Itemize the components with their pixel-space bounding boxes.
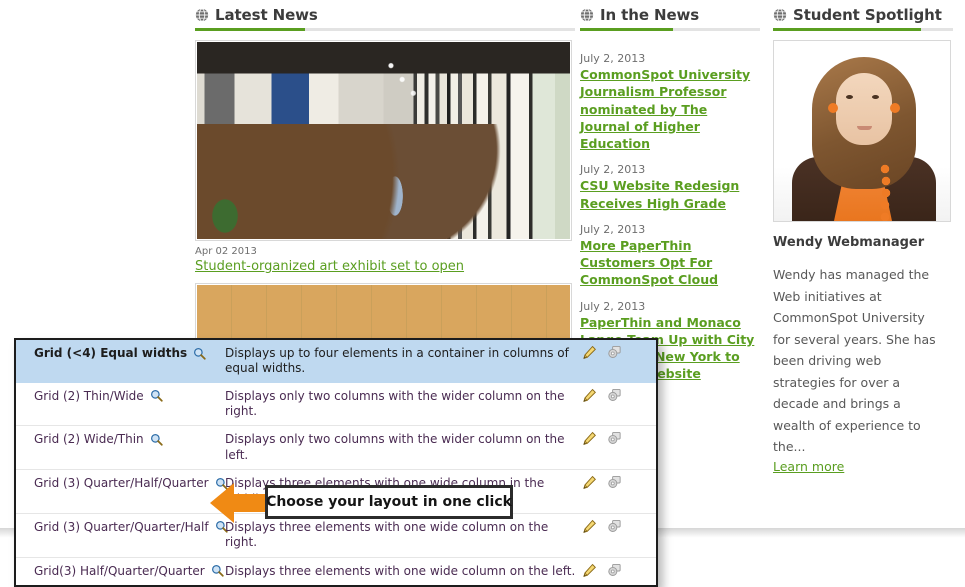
magnifier-icon[interactable] (150, 389, 163, 402)
callout-tooltip: Choose your layout in one click (265, 485, 513, 519)
featured-date: Apr 02 2013 (195, 246, 257, 257)
layout-option-actions (582, 426, 656, 451)
news-date: July 2, 2013 (580, 299, 646, 313)
layout-option-description: Displays only two columns with the wider… (225, 388, 565, 419)
copy-icon[interactable] (607, 345, 622, 360)
portrait-mouth (857, 126, 872, 130)
portrait-face (836, 73, 892, 145)
page-root: Latest News Apr 02 2013 Student-organize… (0, 0, 965, 587)
layout-chooser-panel[interactable]: Grid (<4) Equal widths Displays up to fo… (14, 338, 658, 587)
student-spotlight-header: Student Spotlight (773, 0, 953, 28)
column-student-spotlight: Student Spotlight Wendy Webmanager Wendy… (773, 0, 953, 474)
student-spotlight-rule (773, 28, 953, 31)
layout-option-description: Displays only two columns with the wider… (225, 432, 565, 462)
column-latest-news: Latest News Apr 02 2013 Student-organize… (195, 0, 575, 355)
layout-option-description: Displays three elements with one wide co… (225, 563, 576, 578)
in-the-news-header: In the News (580, 0, 760, 28)
portrait-necklace (878, 163, 892, 221)
latest-news-rule (195, 28, 575, 31)
pencil-icon[interactable] (582, 519, 597, 534)
in-the-news-title: In the News (600, 6, 700, 24)
layout-option-actions (582, 558, 656, 583)
copy-icon[interactable] (607, 388, 622, 403)
layout-option-actions (582, 514, 656, 539)
layout-option-row[interactable]: Grid (<4) Equal widths Displays up to fo… (16, 340, 656, 383)
globe-icon (195, 8, 209, 22)
latest-news-featured-image[interactable] (195, 40, 572, 241)
copy-icon[interactable] (607, 431, 622, 446)
layout-option-name-cell[interactable]: Grid (3) Quarter/Half/Quarter (16, 470, 228, 496)
layout-option-label: Grid (2) Wide/Thin (34, 432, 144, 447)
copy-icon[interactable] (607, 563, 622, 578)
layout-option-actions (582, 340, 656, 365)
in-the-news-rule (580, 28, 760, 31)
layout-option-row[interactable]: Grid (3) Quarter/Quarter/Half Displays t… (16, 514, 656, 558)
layout-option-name-cell[interactable]: Grid (2) Thin/Wide (16, 383, 221, 409)
featured-headline-link[interactable]: Student-organized art exhibit set to ope… (195, 259, 464, 274)
news-list-item: July 2, 2013 CommonSpot University Journ… (580, 52, 760, 152)
portrait-eye-right (872, 95, 879, 99)
portrait-earring-left (828, 103, 838, 113)
layout-option-row[interactable]: Grid (2) Thin/Wide Displays only two col… (16, 383, 656, 427)
layout-option-name-cell[interactable]: Grid (3) Quarter/Quarter/Half (16, 514, 228, 540)
copy-icon[interactable] (607, 519, 622, 534)
magnifier-icon[interactable] (193, 347, 206, 360)
pencil-icon[interactable] (582, 431, 597, 446)
news-date: July 2, 2013 (580, 163, 646, 177)
pencil-icon[interactable] (582, 563, 597, 578)
news-date: July 2, 2013 (580, 52, 646, 65)
layout-option-label: Grid (3) Quarter/Quarter/Half (34, 519, 209, 534)
pencil-icon[interactable] (582, 475, 597, 490)
news-list-item: July 2, 2013 More PaperThin Customers Op… (580, 223, 760, 289)
layout-option-label: Grid (3) Quarter/Half/Quarter (34, 476, 209, 491)
news-date: July 2, 2013 (580, 222, 646, 236)
news-headline-link[interactable]: CSU Website Redesign Receives High Grade (580, 178, 739, 210)
student-name: Wendy Webmanager (773, 235, 925, 250)
pencil-icon[interactable] (582, 345, 597, 360)
layout-option-label: Grid (<4) Equal widths (34, 346, 188, 360)
callout-text: Choose your layout in one click (266, 494, 512, 510)
copy-icon[interactable] (607, 475, 622, 490)
magnifier-icon[interactable] (150, 433, 163, 446)
portrait-eye-left (846, 95, 853, 99)
latest-news-title: Latest News (215, 6, 318, 24)
layout-option-name-cell[interactable]: Grid (<4) Equal widths (16, 340, 221, 366)
student-bio: Wendy has managed the Web initiatives at… (773, 267, 936, 454)
layout-option-label: Grid(3) Half/Quarter/Quarter (34, 563, 205, 578)
left-arrow-icon (210, 483, 270, 523)
column-in-the-news: In the News July 2, 2013 CommonSpot Univ… (580, 0, 760, 394)
news-headline-link[interactable]: More PaperThin Customers Opt For CommonS… (580, 238, 718, 288)
learn-more-link[interactable]: Learn more (773, 459, 844, 474)
layout-option-label: Grid (2) Thin/Wide (34, 388, 144, 403)
globe-icon (773, 8, 787, 22)
layout-option-row[interactable]: Grid (2) Wide/Thin Displays only two col… (16, 426, 656, 471)
portrait-earring-right (890, 103, 900, 113)
layout-option-actions (582, 383, 656, 408)
news-headline-link[interactable]: CommonSpot University Journalism Profess… (580, 67, 750, 151)
news-list-item: July 2, 2013 CSU Website Redesign Receiv… (580, 163, 760, 212)
layout-option-name-cell[interactable]: Grid (2) Wide/Thin (16, 426, 221, 452)
gallery-visitors (197, 123, 569, 239)
latest-news-header: Latest News (195, 0, 575, 28)
layout-option-name-cell[interactable]: Grid(3) Half/Quarter/Quarter (16, 558, 224, 584)
student-spotlight-title: Student Spotlight (793, 6, 942, 24)
globe-icon (580, 8, 594, 22)
layout-option-description: Displays three elements with one wide co… (225, 519, 549, 550)
layout-option-actions (582, 470, 656, 495)
student-portrait[interactable] (773, 40, 951, 222)
layout-option-description: Displays up to four elements in a contai… (225, 346, 569, 376)
layout-option-row[interactable]: Grid(3) Half/Quarter/Quarter Displays th… (16, 558, 656, 585)
pencil-icon[interactable] (582, 388, 597, 403)
